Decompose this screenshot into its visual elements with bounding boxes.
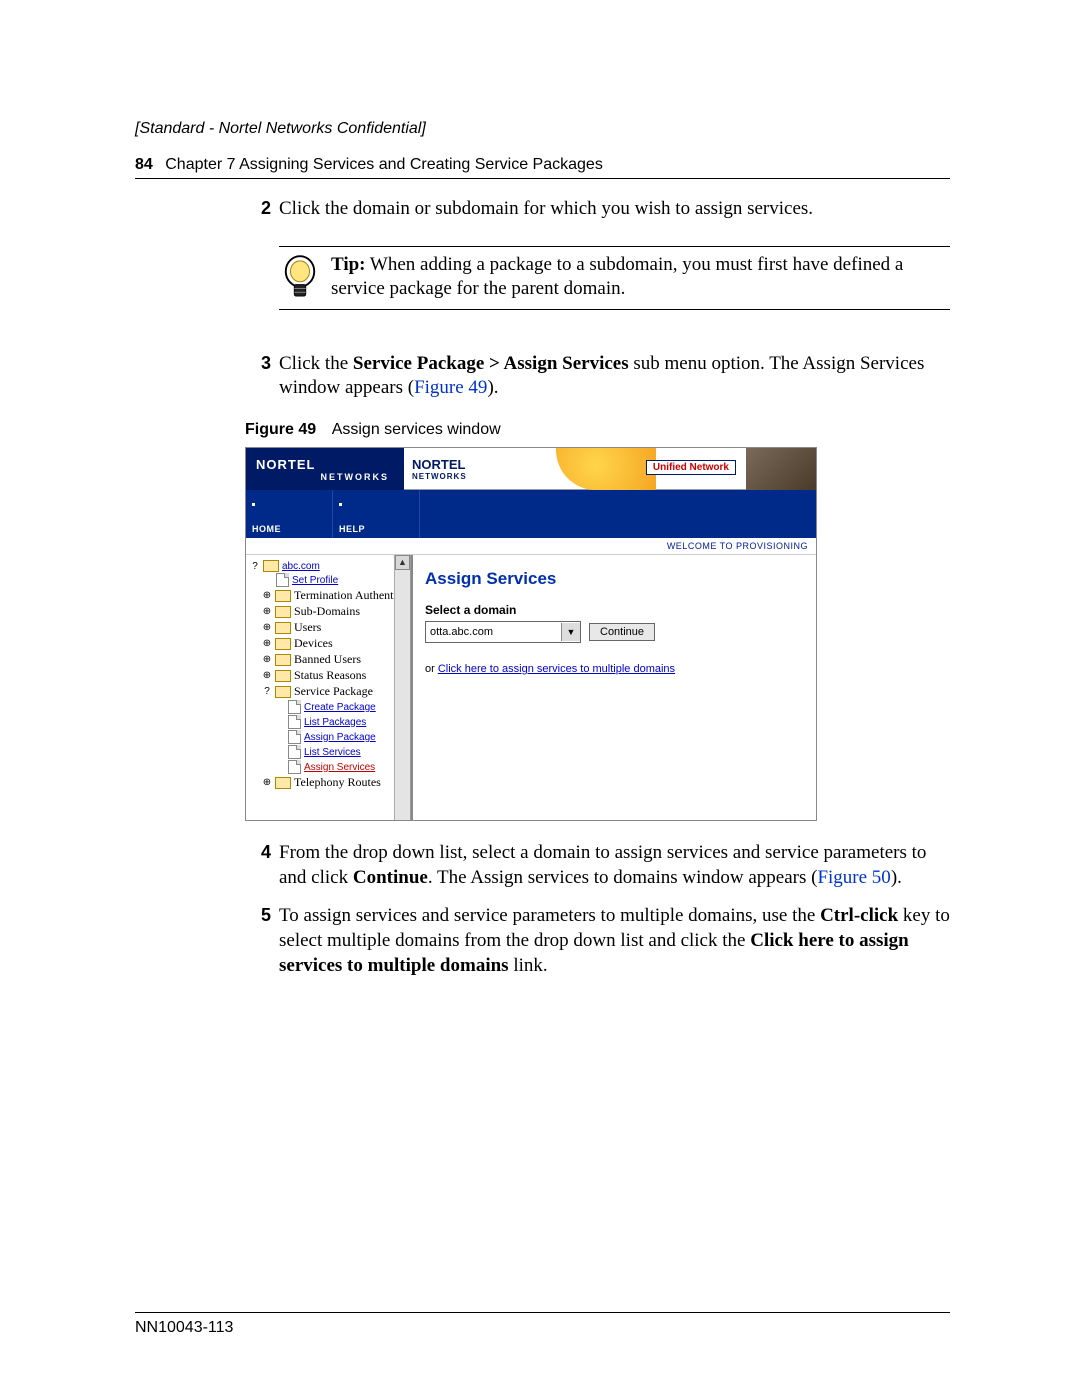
step-number: 3	[245, 352, 271, 375]
step-4: 4 From the drop down list, select a doma…	[245, 841, 950, 890]
step-text: To assign services and service parameter…	[279, 904, 950, 978]
figure-ref-link[interactable]: Figure 49	[414, 377, 487, 398]
brand-logo-left: NORTEL NETWORKS	[246, 448, 404, 490]
step-5: 5 To assign services and service paramet…	[245, 904, 950, 978]
folder-icon	[275, 590, 291, 602]
tree-sp-child[interactable]: List Services	[274, 745, 410, 759]
domain-dropdown[interactable]: otta.abc.com ▼	[425, 621, 581, 643]
step-3: 3 Click the Service Package > Assign Ser…	[245, 352, 950, 401]
dropdown-value: otta.abc.com	[430, 626, 493, 638]
header-rule	[135, 178, 950, 179]
folder-icon	[275, 606, 291, 618]
tree-item-service-package[interactable]: ?Service Package	[262, 684, 410, 699]
multi-domain-option: or Click here to assign services to mult…	[425, 663, 804, 675]
step-text: From the drop down list, select a domain…	[279, 841, 950, 890]
footer-rule	[135, 1312, 950, 1313]
people-graphic	[746, 448, 816, 490]
step-number: 4	[245, 841, 271, 864]
chevron-down-icon: ▼	[561, 623, 580, 641]
doc-id: NN10043-113	[135, 1319, 950, 1337]
page-icon	[288, 760, 301, 774]
folder-icon	[275, 622, 291, 634]
menu-home[interactable]: HOME	[246, 490, 333, 538]
tree-root[interactable]: ? abc.com	[250, 560, 410, 572]
tree-item[interactable]: ⊕Banned Users	[262, 652, 410, 667]
tip-label: Tip:	[331, 254, 366, 275]
figure-caption: Figure 49 Assign services window	[245, 421, 950, 439]
tree-item[interactable]: ⊕Users	[262, 620, 410, 635]
tip-block: Tip: When adding a package to a subdomai…	[245, 236, 950, 338]
figure-title: Assign services window	[332, 421, 501, 438]
folder-icon	[263, 560, 279, 572]
scrollbar[interactable]	[394, 555, 410, 820]
folder-icon	[275, 638, 291, 650]
page-icon	[288, 730, 301, 744]
tree-set-profile[interactable]: Set Profile	[262, 573, 410, 587]
step-number: 2	[245, 197, 271, 220]
folder-icon	[275, 670, 291, 682]
lightbulb-icon	[279, 253, 321, 303]
tree-item-telephony[interactable]: ⊕Telephony Routes	[262, 775, 410, 790]
tree-item[interactable]: ⊕Status Reasons	[262, 668, 410, 683]
tree-item[interactable]: ⊕Sub-Domains	[262, 604, 410, 619]
page-icon	[276, 573, 289, 587]
menu-help[interactable]: HELP	[333, 490, 420, 538]
welcome-bar: WELCOME TO PROVISIONING	[246, 538, 816, 555]
unified-network-badge: Unified Network	[646, 460, 736, 475]
globe-graphic	[556, 448, 656, 490]
figure-label: Figure 49	[245, 421, 316, 438]
main-content: Assign Services Select a domain otta.abc…	[411, 555, 816, 820]
continue-button[interactable]: Continue	[589, 623, 655, 641]
chapter-title: Chapter 7 Assigning Services and Creatin…	[165, 156, 603, 173]
step-text: Click the domain or subdomain for which …	[279, 197, 950, 222]
tree-sp-child[interactable]: List Packages	[274, 715, 410, 729]
figure-ref-link[interactable]: Figure 50	[817, 867, 890, 888]
brand-logo-right: NORTEL NETWORKS	[404, 457, 467, 481]
page-number: 84	[135, 156, 153, 173]
tree-sp-child[interactable]: Create Package	[274, 700, 410, 714]
tree-sp-child[interactable]: Assign Package	[274, 730, 410, 744]
banner: NORTEL NETWORKS NORTEL NETWORKS Unified …	[246, 448, 816, 490]
confidential-notice: [Standard - Nortel Networks Confidential…	[135, 120, 950, 138]
folder-icon	[275, 777, 291, 789]
tree-sp-assign-services[interactable]: Assign Services	[274, 760, 410, 774]
tree-item[interactable]: ⊕Devices	[262, 636, 410, 651]
step-text: Click the Service Package > Assign Servi…	[279, 352, 950, 401]
step-2: 2 Click the domain or subdomain for whic…	[245, 197, 950, 222]
scroll-up-button[interactable]: ▲	[395, 555, 410, 570]
assign-services-screenshot: NORTEL NETWORKS NORTEL NETWORKS Unified …	[245, 447, 817, 821]
page-icon	[288, 700, 301, 714]
page-icon	[288, 745, 301, 759]
step-number: 5	[245, 904, 271, 927]
folder-icon	[275, 654, 291, 666]
page-header: 84 Chapter 7 Assigning Services and Crea…	[135, 156, 950, 174]
multi-domains-link[interactable]: Click here to assign services to multipl…	[438, 663, 675, 675]
folder-icon	[275, 686, 291, 698]
menubar: HOME HELP	[246, 490, 816, 538]
select-domain-label: Select a domain	[425, 603, 804, 617]
tree-item[interactable]: ⊕Termination Authentic	[262, 588, 410, 603]
tip-text: Tip: When adding a package to a subdomai…	[331, 253, 950, 302]
navigation-tree: ▲ ? abc.com Set Profile ⊕Termination Aut…	[246, 555, 411, 820]
panel-title: Assign Services	[425, 569, 804, 589]
page-icon	[288, 715, 301, 729]
